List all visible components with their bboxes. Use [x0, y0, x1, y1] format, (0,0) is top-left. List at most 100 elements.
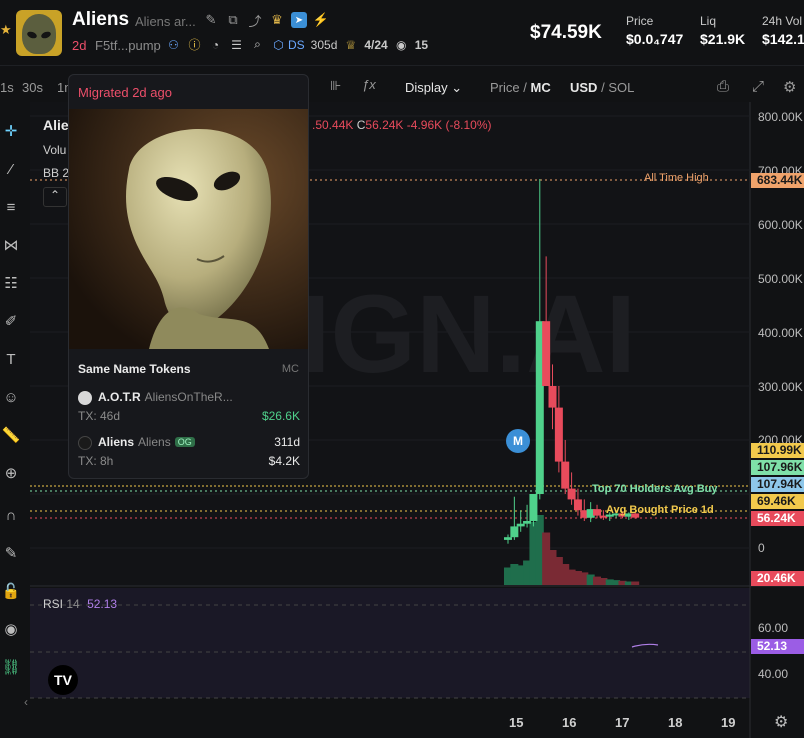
price-option: Price [490, 80, 520, 95]
token-avatar-icon [78, 436, 92, 450]
reward-icon[interactable]: ♛ [269, 12, 285, 28]
price-badge: 107.94K [751, 477, 804, 492]
crown-icon[interactable]: ♕ [343, 37, 358, 52]
ohlc-legend: .50.44K C56.24K -4.96K (-8.10%) [312, 118, 491, 132]
candle-body [523, 521, 532, 524]
rsi-axis-label: 60.00 [758, 621, 789, 635]
settings-icon[interactable]: ⚙ [783, 78, 796, 96]
ds-age: 305d [310, 37, 338, 52]
token-row-tx: TX: 8h [78, 454, 114, 468]
price-mc-toggle[interactable]: Price / MC [490, 80, 551, 95]
chevron-left-icon[interactable]: ‹ [24, 695, 28, 709]
display-menu[interactable]: Display ⌄ [405, 80, 462, 96]
holders-icon[interactable]: ⚇ [166, 37, 181, 52]
token-row-subname: AliensOnTheR... [144, 390, 233, 404]
sol-option: SOL [608, 80, 635, 95]
alien-face-icon [22, 14, 56, 54]
volume-badge: 20.46K [751, 571, 804, 586]
last-price-badge: 56.24K [751, 511, 804, 526]
warning-icon[interactable]: ⓘ [187, 37, 202, 52]
volume-bar [631, 581, 640, 585]
stat-label: Price [626, 14, 654, 28]
time-axis-label: 18 [668, 715, 683, 730]
token-row-mc: $26.6K [261, 409, 300, 423]
time-axis-label: 19 [721, 715, 736, 730]
token-row-subname: Aliens [138, 435, 171, 449]
interval-30s[interactable]: 30s [22, 80, 43, 95]
token-row-tx: TX: 46d [78, 409, 121, 423]
rsi-badge: 52.13 [751, 639, 804, 654]
candle-body [516, 523, 525, 527]
rsi-period: 14 [66, 597, 80, 611]
candle-body [529, 494, 538, 521]
token-image [69, 109, 308, 349]
time-axis-label: 15 [509, 715, 524, 730]
candle-body [503, 537, 512, 540]
share-icon[interactable]: ⤴ [247, 12, 263, 29]
interval-1s[interactable]: 1s [0, 80, 14, 95]
star-icon[interactable]: ★ [0, 22, 12, 38]
tradingview-logo-icon[interactable]: TV [48, 665, 78, 695]
token-meta-row: ⚇ ⓘ ◔ ☰ ⌕ ⬡ DS 305d ♕ 4/24 ◉ 15 [166, 37, 428, 52]
holders-annotation: Top 70 Holders Avg Buy [592, 483, 718, 495]
stat-value: $21.9K [700, 31, 746, 47]
price-axis-label: 400.00K [758, 326, 803, 340]
collapse-legend-button[interactable]: ⌃ [43, 187, 67, 207]
candle-body [593, 509, 602, 516]
ath-annotation: All Time High [644, 172, 709, 184]
currency-toggle[interactable]: USD / SOL [570, 80, 634, 95]
og-badge: OG [174, 437, 195, 447]
token-row-title: A.O.T.R [98, 390, 141, 404]
candle-type-icon[interactable]: ⊪ [330, 78, 341, 94]
token-fullname: Aliens ar... [135, 14, 196, 29]
usd-option: USD [570, 80, 598, 95]
candle-body [548, 386, 557, 408]
eye-icon[interactable]: ◉ [394, 37, 409, 52]
crown-count: 4/24 [364, 37, 388, 52]
volume-legend: Volu [43, 143, 67, 157]
price-axis-label: 300.00K [758, 380, 803, 394]
candle-body [542, 321, 551, 386]
fullscreen-icon[interactable]: ⤢ [752, 78, 764, 95]
eye-icon [26, 30, 38, 40]
time-axis-label: 17 [615, 715, 630, 730]
token-avatar[interactable] [16, 10, 62, 56]
rsi-axis-label: 40.00 [758, 667, 789, 681]
search-icon[interactable]: ⌕ [250, 37, 265, 52]
migrated-status: Migrated 2d ago [78, 85, 172, 100]
same-name-token-row[interactable]: Aliens Aliens OG TX: 8h 311d $4.2K [78, 435, 300, 475]
token-hover-card: Migrated 2d ago Same Name Tokens MC A.O.… [68, 74, 309, 479]
stat-volume: 24h Vol $142.1 [762, 14, 804, 47]
token-row-age: 311d [274, 435, 300, 449]
chat-icon[interactable]: ◔ [208, 37, 223, 52]
candle-body [561, 461, 570, 489]
market-cap: $74.59K [530, 22, 602, 43]
change-value: -4.96K (-8.10%) [406, 118, 492, 132]
candle-body [554, 407, 563, 462]
same-name-token-row[interactable]: A.O.T.R AliensOnTheR... TX: 46d $26.6K [78, 390, 300, 430]
eye-icon [40, 30, 52, 40]
rsi-value: 52.13 [87, 597, 118, 611]
stat-label: 24h Vol [762, 14, 803, 28]
migration-marker[interactable]: M [506, 429, 530, 453]
edit-icon[interactable]: ✎ [203, 12, 219, 28]
flash-icon[interactable]: ⚡ [313, 12, 329, 28]
token-age: 2d [72, 38, 87, 53]
telegram-icon[interactable]: ➤ [291, 12, 307, 28]
indicator-icon[interactable]: ƒx [362, 77, 376, 92]
list-icon[interactable]: ☰ [229, 37, 244, 52]
bb-legend: BB 2 [43, 166, 70, 180]
ds-icon[interactable]: ⬡ [271, 37, 286, 52]
ohlc-low-value: .50.44K [312, 118, 354, 132]
bought-annotation: Avg Bought Price 1d [606, 504, 714, 516]
time-settings-icon[interactable]: ⚙ [774, 712, 788, 732]
close-value: 56.24K [365, 118, 404, 132]
header-actions: ✎ ⧉ ⤴ ♛ ➤ ⚡ [203, 12, 329, 29]
toggle-separator: / [523, 80, 527, 95]
candle-body [510, 526, 519, 538]
rsi-legend: RSI 14 52.13 [43, 597, 117, 611]
token-address[interactable]: F5tf...pump [95, 38, 161, 53]
copy-icon[interactable]: ⧉ [225, 12, 241, 28]
stat-price: Price $0.0₄747 [626, 14, 683, 47]
camera-icon[interactable]: ⎙ [717, 78, 729, 95]
